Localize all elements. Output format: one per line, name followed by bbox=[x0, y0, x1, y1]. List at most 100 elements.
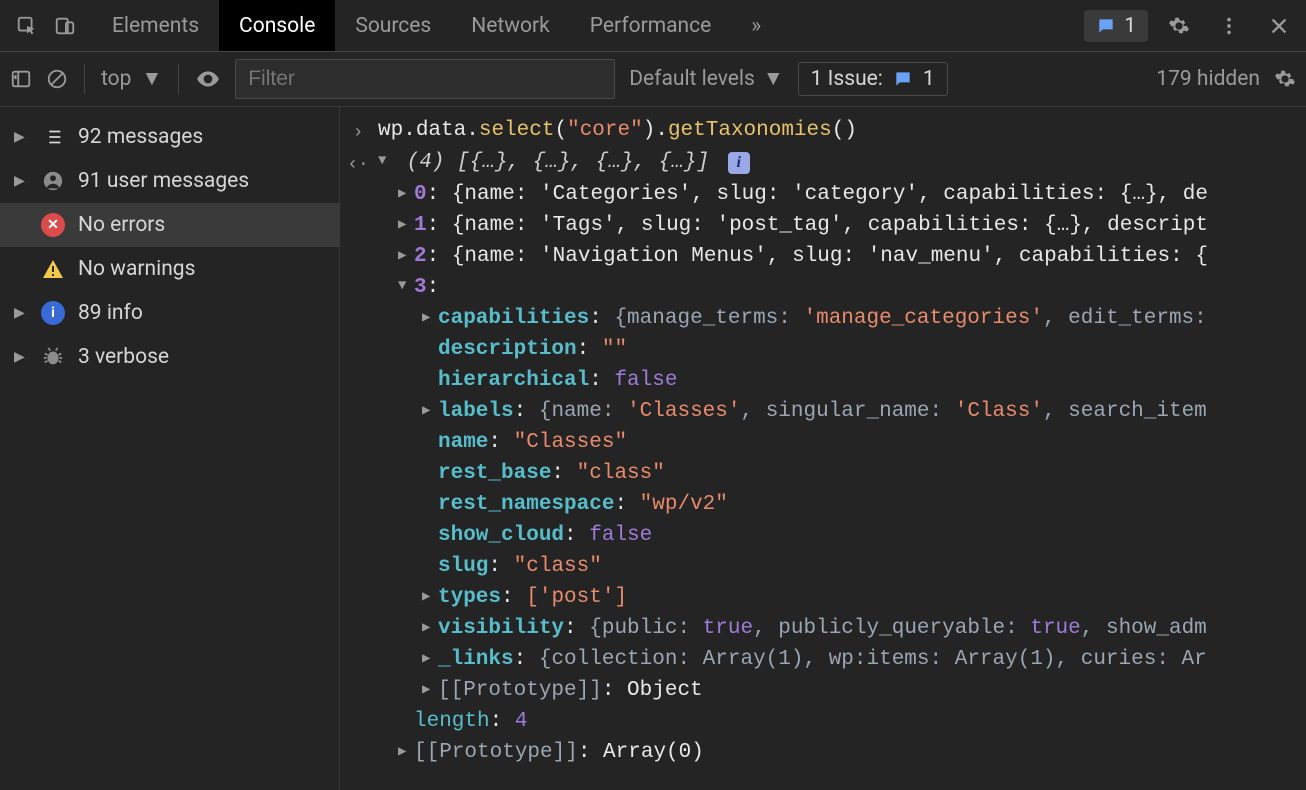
separator bbox=[178, 64, 179, 94]
devtools-tabbar: Elements Console Sources Network Perform… bbox=[0, 0, 1306, 52]
sidebar-item-label: 91 user messages bbox=[78, 169, 249, 193]
close-icon[interactable] bbox=[1260, 7, 1298, 45]
expand-icon[interactable]: ▶ bbox=[422, 402, 438, 419]
console-input-line[interactable]: › wp.data.select("core").getTaxonomies() bbox=[348, 115, 1302, 147]
tab-network[interactable]: Network bbox=[451, 0, 570, 51]
prop-rest-namespace[interactable]: ▶rest_namespace: "wp/v2" bbox=[348, 489, 1302, 520]
list-icon bbox=[40, 124, 66, 150]
issues-count: 1 bbox=[923, 67, 935, 91]
expand-icon[interactable]: ▶ bbox=[398, 743, 414, 760]
console-output: › wp.data.select("core").getTaxonomies()… bbox=[340, 107, 1306, 790]
device-toggle-icon[interactable] bbox=[46, 7, 84, 45]
expand-icon[interactable]: ▶ bbox=[422, 650, 438, 667]
expand-icon[interactable]: ▶ bbox=[422, 588, 438, 605]
prop-prototype[interactable]: ▶[[Prototype]]: Object bbox=[348, 675, 1302, 706]
sidebar-item-label: No errors bbox=[78, 213, 165, 237]
info-icon: i bbox=[40, 300, 66, 326]
tab-console[interactable]: Console bbox=[219, 0, 335, 51]
context-label: top bbox=[101, 67, 131, 91]
console-sidebar: ▶ 92 messages ▶ 91 user messages ▶ ✕ No … bbox=[0, 107, 340, 790]
prop-slug[interactable]: ▶slug: "class" bbox=[348, 551, 1302, 582]
console-toolbar: top ▼ Default levels ▼ 1 Issue: 1 179 hi… bbox=[0, 52, 1306, 107]
chevron-down-icon: ▼ bbox=[141, 67, 162, 91]
separator bbox=[84, 64, 85, 94]
clear-icon[interactable] bbox=[46, 68, 68, 90]
sidebar-item-warnings[interactable]: ▶ No warnings bbox=[0, 247, 339, 291]
warning-icon bbox=[40, 256, 66, 282]
tab-label: Sources bbox=[355, 14, 431, 38]
prop-array-prototype[interactable]: ▶[[Prototype]]: Array(0) bbox=[348, 737, 1302, 768]
tab-label: Network bbox=[471, 14, 550, 38]
sidebar-item-messages[interactable]: ▶ 92 messages bbox=[0, 115, 339, 159]
array-summary: (4) [{…}, {…}, {…}, {…}] bbox=[407, 151, 709, 174]
issues-label: 1 Issue: bbox=[811, 67, 883, 91]
prop-links[interactable]: ▶_links: {collection: Array(1), wp:items… bbox=[348, 644, 1302, 675]
expand-icon[interactable]: ▶ bbox=[422, 309, 438, 326]
array-item-3[interactable]: ▼3: bbox=[348, 272, 1302, 303]
result-icon: ‹· bbox=[348, 155, 368, 175]
prop-show-cloud[interactable]: ▶show_cloud: false bbox=[348, 520, 1302, 551]
prop-visibility[interactable]: ▶visibility: {public: true, publicly_que… bbox=[348, 613, 1302, 644]
tab-label: Performance bbox=[590, 14, 711, 38]
sidebar-item-errors[interactable]: ▶ ✕ No errors bbox=[0, 203, 339, 247]
gear-icon[interactable] bbox=[1160, 7, 1198, 45]
expand-icon[interactable]: ▶ bbox=[398, 185, 414, 202]
prop-description[interactable]: ▶description: "" bbox=[348, 334, 1302, 365]
tabs-more-icon[interactable]: » bbox=[731, 0, 781, 51]
sidebar-item-label: 89 info bbox=[78, 301, 143, 325]
prop-name[interactable]: ▶name: "Classes" bbox=[348, 427, 1302, 458]
tab-label: Console bbox=[239, 14, 315, 38]
expand-icon[interactable]: ▶ bbox=[14, 173, 28, 189]
comment-icon bbox=[893, 69, 913, 89]
eye-icon[interactable] bbox=[195, 66, 221, 92]
gear-icon[interactable] bbox=[1274, 68, 1296, 90]
kebab-icon[interactable] bbox=[1210, 7, 1248, 45]
prop-labels[interactable]: ▶labels: {name: 'Classes', singular_name… bbox=[348, 396, 1302, 427]
log-levels-dropdown[interactable]: Default levels ▼ bbox=[629, 67, 783, 91]
expand-icon[interactable]: ▶ bbox=[398, 247, 414, 264]
sidebar-item-label: 3 verbose bbox=[78, 345, 169, 369]
expand-icon[interactable]: ▶ bbox=[422, 619, 438, 636]
sidebar-item-verbose[interactable]: ▶ 3 verbose bbox=[0, 335, 339, 379]
comment-icon bbox=[1096, 16, 1116, 36]
error-icon: ✕ bbox=[40, 212, 66, 238]
tab-label: Elements bbox=[112, 14, 199, 38]
hidden-label: 179 hidden bbox=[1156, 67, 1260, 91]
prop-rest-base[interactable]: ▶rest_base: "class" bbox=[348, 458, 1302, 489]
bug-icon bbox=[40, 344, 66, 370]
sidebar-item-label: No warnings bbox=[78, 257, 195, 281]
sidebar-item-label: 92 messages bbox=[78, 125, 203, 149]
tab-elements[interactable]: Elements bbox=[92, 0, 219, 51]
expand-icon[interactable]: ▶ bbox=[14, 129, 28, 145]
info-badge-icon[interactable]: i bbox=[728, 152, 750, 174]
context-selector[interactable]: top ▼ bbox=[101, 67, 162, 91]
prop-types[interactable]: ▶types: ['post'] bbox=[348, 582, 1302, 613]
array-item-0[interactable]: ▶0: {name: 'Categories', slug: 'category… bbox=[348, 179, 1302, 210]
issues-pill[interactable]: 1 bbox=[1084, 10, 1148, 42]
tab-performance[interactable]: Performance bbox=[570, 0, 731, 51]
issues-count: 1 bbox=[1124, 14, 1136, 38]
collapse-icon[interactable]: ▼ bbox=[378, 153, 394, 169]
levels-label: Default levels bbox=[629, 67, 755, 91]
expand-icon[interactable]: ▶ bbox=[398, 216, 414, 233]
prop-capabilities[interactable]: ▶capabilities: {manage_terms: 'manage_ca… bbox=[348, 303, 1302, 334]
array-item-1[interactable]: ▶1: {name: 'Tags', slug: 'post_tag', cap… bbox=[348, 210, 1302, 241]
chevron-down-icon: ▼ bbox=[763, 67, 784, 91]
expand-icon[interactable]: ▶ bbox=[422, 681, 438, 698]
user-icon bbox=[40, 168, 66, 194]
sidebar-item-info[interactable]: ▶ i 89 info bbox=[0, 291, 339, 335]
tab-sources[interactable]: Sources bbox=[335, 0, 451, 51]
sidebar-item-user-messages[interactable]: ▶ 91 user messages bbox=[0, 159, 339, 203]
inspect-icon[interactable] bbox=[8, 7, 46, 45]
console-result-line[interactable]: ‹· ▼ (4) [{…}, {…}, {…}, {…}] i bbox=[348, 147, 1302, 179]
collapse-icon[interactable]: ▼ bbox=[398, 278, 414, 294]
prop-hierarchical[interactable]: ▶hierarchical: false bbox=[348, 365, 1302, 396]
expand-icon[interactable]: ▶ bbox=[14, 305, 28, 321]
expand-icon[interactable]: ▶ bbox=[14, 349, 28, 365]
issues-box[interactable]: 1 Issue: 1 bbox=[798, 62, 948, 96]
sidebar-toggle-icon[interactable] bbox=[10, 68, 32, 90]
prop-length[interactable]: ▶length: 4 bbox=[348, 706, 1302, 737]
filter-input[interactable] bbox=[235, 59, 615, 99]
prompt-icon: › bbox=[348, 123, 368, 143]
array-item-2[interactable]: ▶2: {name: 'Navigation Menus', slug: 'na… bbox=[348, 241, 1302, 272]
